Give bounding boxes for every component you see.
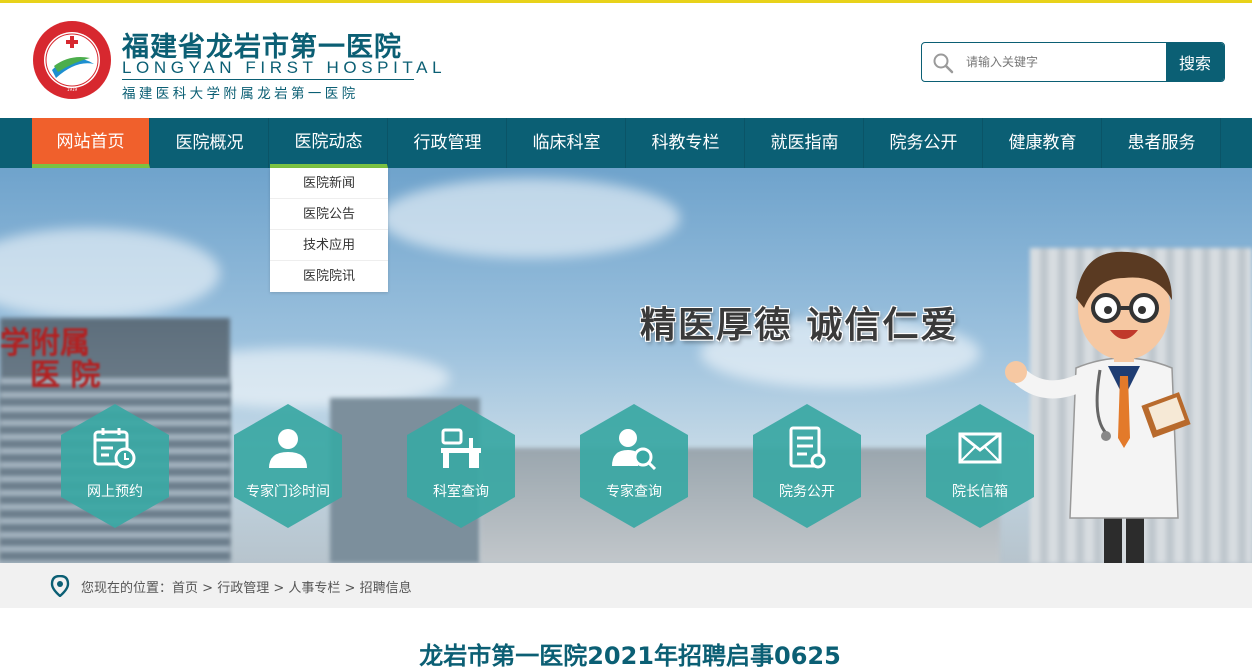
search-box: 搜索	[921, 42, 1225, 82]
breadcrumb-bar: 您现在的位置：首页 > 行政管理 > 人事专栏 > 招聘信息	[0, 563, 1252, 608]
calendar-clock-icon	[93, 428, 136, 469]
location-pin-icon	[50, 575, 70, 597]
user-icon	[269, 429, 307, 468]
hero-banner: 学附属 医 院 精医厚德 诚信仁爱 网上预约 专家门诊时间 科室查询 专家查询 …	[0, 168, 1252, 563]
dropdown-item-bulletin[interactable]: 医院院讯	[270, 261, 388, 292]
nav-item-patient[interactable]: 患者服务	[1103, 118, 1221, 168]
nav-item-affairs[interactable]: 院务公开	[865, 118, 983, 168]
desk-icon	[441, 428, 481, 468]
quick-link-expert-search[interactable]: 专家查询	[580, 404, 688, 528]
breadcrumb-item-home[interactable]: 首页	[172, 581, 198, 596]
document-icon	[789, 426, 826, 469]
nav-item-health[interactable]: 健康教育	[984, 118, 1102, 168]
hospital-affiliation: 福建医科大学附属龙岩第一医院	[122, 86, 359, 102]
nav-item-guide[interactable]: 就医指南	[746, 118, 864, 168]
quick-link-label: 网上预约	[87, 484, 143, 500]
quick-link-label: 专家门诊时间	[246, 484, 330, 500]
quick-link-booking[interactable]: 网上预约	[61, 404, 169, 528]
quick-link-label: 专家查询	[606, 484, 662, 500]
search-button[interactable]: 搜索	[1166, 43, 1224, 81]
banner-slogan: 精医厚德 诚信仁爱	[640, 305, 959, 346]
breadcrumb: 您现在的位置：首页 > 行政管理 > 人事专栏 > 招聘信息	[81, 577, 412, 596]
dropdown-item-hospital-news[interactable]: 医院新闻	[270, 168, 388, 199]
nav-dropdown-news: 医院新闻 医院公告 技术应用 医院院讯	[270, 168, 388, 292]
site-header: 1919 福建省龙岩市第一医院 LONGYAN FIRST HOSPITAL 福…	[0, 3, 1252, 118]
quick-link-expert-schedule[interactable]: 专家门诊时间	[234, 404, 342, 528]
breadcrumb-separator: >	[269, 581, 289, 596]
breadcrumb-prefix: 您现在的位置：	[81, 581, 173, 596]
breadcrumb-separator: >	[340, 581, 360, 596]
svg-text:1919: 1919	[67, 87, 78, 92]
breadcrumb-separator: >	[198, 581, 218, 596]
quick-link-affairs[interactable]: 院务公开	[753, 404, 861, 528]
main-nav: 网站首页 医院概况 医院动态 行政管理 临床科室 科教专栏 就医指南 院务公开 …	[0, 118, 1252, 168]
dropdown-item-technology[interactable]: 技术应用	[270, 230, 388, 261]
breadcrumb-item-recruitment[interactable]: 招聘信息	[360, 581, 412, 596]
quick-link-label: 院务公开	[779, 484, 835, 500]
hospital-name-en: LONGYAN FIRST HOSPITAL	[122, 58, 447, 77]
user-search-icon	[612, 429, 656, 470]
doctor-cartoon	[1005, 251, 1191, 563]
nav-item-research[interactable]: 科教专栏	[627, 118, 745, 168]
article-title: 龙岩市第一医院2021年招聘启事0625	[419, 642, 841, 669]
title-divider	[122, 79, 414, 80]
building-sign: 医 院	[30, 358, 101, 393]
building-row	[480, 448, 1000, 563]
quick-link-label: 科室查询	[433, 484, 489, 500]
cloud	[380, 178, 680, 258]
nav-item-home[interactable]: 网站首页	[32, 118, 150, 168]
search-icon	[933, 53, 954, 74]
dropdown-item-announcements[interactable]: 医院公告	[270, 199, 388, 230]
search-input[interactable]	[966, 50, 1162, 74]
nav-item-news[interactable]: 医院动态	[270, 118, 388, 168]
nav-item-overview[interactable]: 医院概况	[151, 118, 269, 168]
nav-item-clinical[interactable]: 临床科室	[508, 118, 626, 168]
hospital-seal-logo[interactable]: 1919	[32, 20, 112, 100]
cloud	[0, 228, 220, 318]
quick-link-department[interactable]: 科室查询	[407, 404, 515, 528]
breadcrumb-item-hr[interactable]: 人事专栏	[288, 581, 340, 596]
nav-item-admin[interactable]: 行政管理	[389, 118, 507, 168]
breadcrumb-item-admin[interactable]: 行政管理	[217, 581, 269, 596]
